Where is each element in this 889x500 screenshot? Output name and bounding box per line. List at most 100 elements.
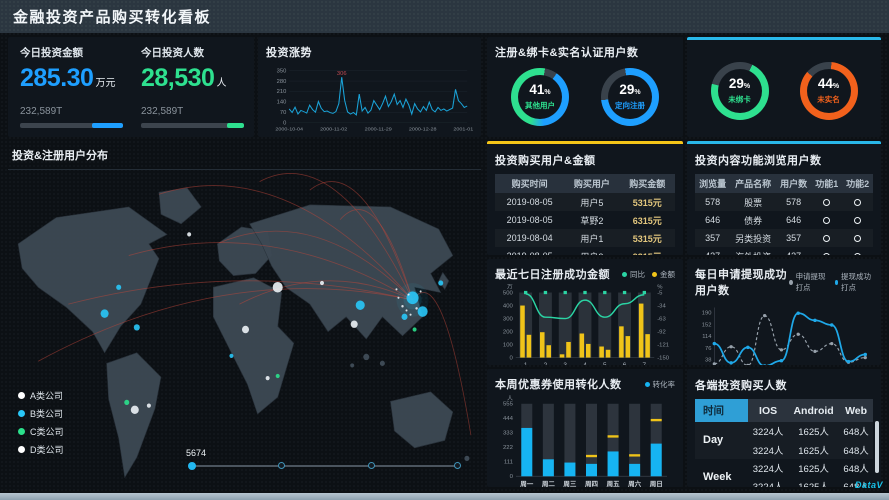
progress-fill [227,123,245,128]
table-cell: 648人 [839,422,873,440]
legend-label: A类公司 [30,389,63,402]
table-cell: 437 [776,247,811,255]
table-cell: 股票 [730,193,776,211]
feature-toggle-icon[interactable] [823,253,830,255]
table-cell: 646 [776,211,811,229]
slider-track[interactable] [190,465,460,467]
slider-knob[interactable] [278,462,285,469]
donut-label: 定向注册 [615,100,645,111]
table-row: 2019-08-05用户55315元 [495,193,675,211]
table-cell: 1625人 [788,440,839,458]
timeline-slider[interactable]: 5674 [186,452,464,474]
svg-text:280: 280 [277,79,287,85]
coupon-chart-panel: 本周优惠券使用转化人数 转化率 0111222333444555人周一周二周三周… [487,369,683,487]
panel-title: 投资内容功能浏览用户数 [695,155,822,167]
svg-text:0: 0 [510,474,514,480]
table-cell: 578 [776,193,811,211]
table-cell [811,193,842,211]
row-group-label: Day [695,422,748,459]
progress-fill [92,123,123,128]
kpi-panel: 今日投资金额 285.30 万元 232,589T 今日投资人数 28,530 … [8,37,254,137]
scrollbar[interactable] [875,421,879,473]
svg-text:300: 300 [503,317,514,323]
feature-toggle-icon[interactable] [823,217,830,224]
purchase-table: 购买时间购买用户购买金额2019-08-05用户55315元2019-08-05… [495,174,675,255]
table-cell: 3224人 [748,477,788,487]
stat-subvalue: 232,589T [20,106,123,117]
legend-item[interactable]: 金额 [652,269,675,280]
svg-text:306: 306 [337,71,347,77]
svg-text:6: 6 [623,362,627,365]
feature-toggle-icon[interactable] [823,235,830,242]
svg-text:-121: -121 [657,343,669,349]
withdraw-line-chart: 387611415219001/0103/0105/0107/0109/01 [695,298,873,365]
platform-table: 时间IOSAndroidWebDay3224人1625人648人3224人162… [695,399,873,487]
feature-toggle-icon[interactable] [854,235,861,242]
header-bar: 金融投资产品购买转化看板 [0,0,889,33]
feature-toggle-icon[interactable] [854,217,861,224]
svg-text:38: 38 [705,358,711,364]
legend-item[interactable]: D类公司 [18,443,64,456]
column-header: 购买金额 [620,174,675,193]
panel-title: 每日申请提现成功用户数 [695,266,789,298]
slider-knob[interactable] [368,462,375,469]
svg-text:2000-12-28: 2000-12-28 [409,127,437,133]
stat-value: 285.30 [20,64,93,93]
table-cell: 5315元 [620,193,675,211]
feature-toggle-icon[interactable] [823,199,830,206]
register-chart-panel: 最近七日注册成功金额 同比 金额 0100200300400500-150-12… [487,259,683,365]
legend-item[interactable]: B类公司 [18,407,64,420]
svg-text:%: % [657,285,662,291]
donut-group: 41%其他用户29%定向注册 [495,60,675,130]
donut-label: 其他用户 [525,100,555,111]
column-header: 购买时间 [495,174,564,193]
table-cell [842,193,873,211]
column-header: 用户数 [776,174,811,193]
table-row: 2019-08-05用户29315元 [495,247,675,255]
legend-dot-icon [652,272,657,277]
slider-knob[interactable] [188,462,196,470]
svg-text:-92: -92 [657,330,666,336]
legend-dot-icon [18,392,25,399]
table-cell: 海外投资 [730,247,776,255]
panel-title: 投资购买用户&金额 [495,155,595,167]
auth-donuts-panel: 注册&绑卡&实名认证用户数 41%其他用户29%定向注册 [487,37,683,137]
svg-text:100: 100 [503,343,514,349]
table-row: Week3224人1625人648人 [695,459,873,477]
svg-text:周五: 周五 [607,479,621,487]
register-bar-chart: 0100200300400500-150-121-92-63-34-5万%123… [495,282,675,365]
slider-knob[interactable] [454,462,461,469]
table-cell: 648人 [839,440,873,458]
donut-percent: 44% [818,77,839,93]
table-cell [842,247,873,255]
legend-label: 申请提现打点 [796,271,828,293]
table-cell: 2019-08-05 [495,193,564,211]
panel-title: 最近七日注册成功金额 [495,266,610,282]
feature-toggle-icon[interactable] [854,253,861,255]
feature-toggle-icon[interactable] [854,199,861,206]
table-row: Day3224人1625人648人 [695,422,873,440]
table-cell [811,247,842,255]
slider-value: 5674 [186,448,206,458]
donut-percent: 29% [619,83,640,99]
platform-table-panel: 各端投资购买人数 时间IOSAndroidWebDay3224人1625人648… [687,369,881,487]
table-cell: 2019-08-05 [495,211,564,229]
stat-subvalue: 232,589T [141,106,244,117]
legend-item[interactable]: 申请提现打点 [789,271,827,293]
column-header: IOS [748,399,788,422]
svg-text:7: 7 [643,362,647,365]
table-cell: 1625人 [788,459,839,477]
legend-dot-icon [18,446,25,453]
svg-text:210: 210 [277,89,287,95]
svg-text:152: 152 [702,322,712,328]
svg-text:4: 4 [583,362,587,365]
svg-text:200: 200 [503,330,514,336]
svg-text:0: 0 [283,121,286,127]
legend-item[interactable]: 提现成功打点 [835,271,873,293]
progress-bar [141,123,244,128]
table-cell [811,211,842,229]
legend-item[interactable]: 同比 [622,269,645,280]
legend-item[interactable]: C类公司 [18,425,64,438]
legend-item[interactable]: 转化率 [645,379,676,390]
legend-item[interactable]: A类公司 [18,389,64,402]
